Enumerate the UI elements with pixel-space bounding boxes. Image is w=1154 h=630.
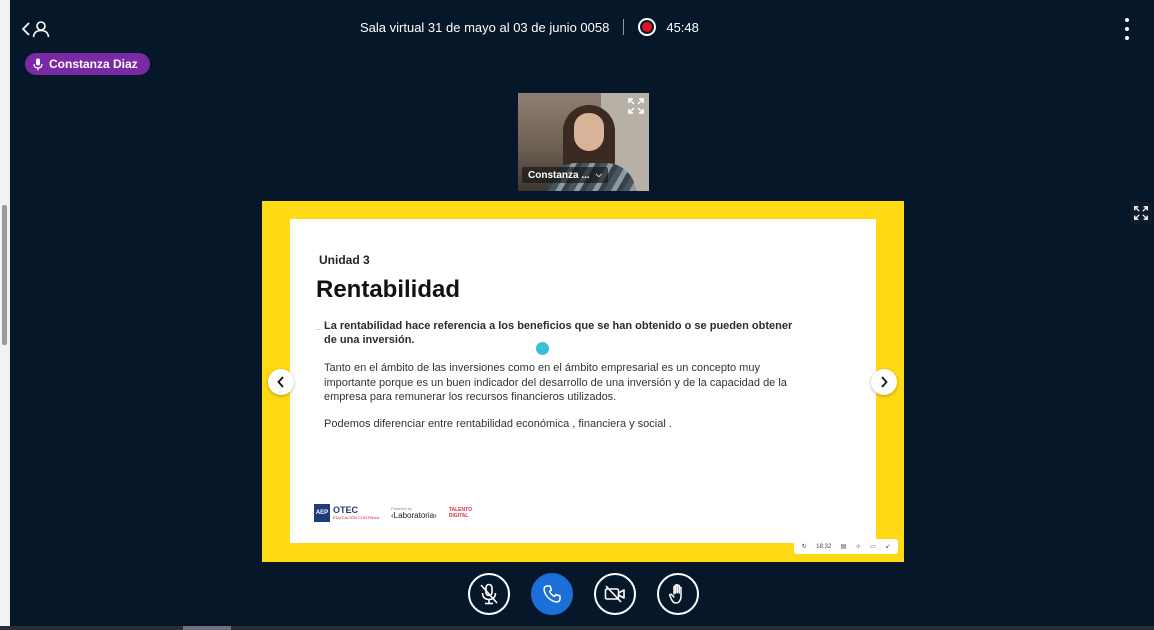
share-webcam-button[interactable]	[594, 573, 636, 615]
chevron-right-icon	[881, 376, 888, 388]
otec-logo: AEP OTEC EDUCACIÓN CONTINUA	[314, 504, 380, 522]
microphone-off-icon	[480, 583, 498, 605]
microphone-icon	[33, 58, 43, 70]
collapse-icon[interactable]: ↙	[885, 543, 890, 550]
meeting-controls	[468, 573, 720, 615]
previous-slide-button[interactable]	[268, 369, 294, 395]
header-divider	[623, 19, 625, 35]
talking-indicator[interactable]: Constanza Diaz	[25, 53, 150, 75]
refresh-icon[interactable]: ↻	[802, 543, 807, 550]
phone-icon	[543, 585, 561, 603]
slide-playback-toolbar: ↻ 18:32 ▤ ⊹ ▭ ↙	[794, 539, 898, 554]
webcam-user-dropdown[interactable]: Constanza ... ⌵	[522, 167, 608, 183]
recording-time: 45:48	[666, 19, 699, 35]
recording-icon[interactable]	[638, 18, 657, 36]
slide-paragraph-1: Tanto en el ámbito de las inversiones co…	[324, 362, 787, 403]
talker-name: Constanza Diaz	[49, 57, 138, 71]
chevron-left-icon	[277, 376, 284, 388]
laboratoria-logo: Powered by ‹Laboratoria›	[391, 506, 437, 520]
talento-digital-logo: TALENTO DIGITAL	[448, 507, 472, 519]
slide-toolbar-time: 18:32	[816, 543, 832, 550]
left-scrollbar[interactable]	[0, 0, 10, 630]
scrollbar-thumb[interactable]	[2, 205, 7, 345]
meeting-header: Sala virtual 31 de mayo al 03 de junio 0…	[360, 18, 790, 36]
camera-off-icon	[604, 585, 625, 603]
presentation-area: Unidad 3 Rentabilidad .. La rentabilidad…	[262, 201, 904, 562]
slide-logos: AEP OTEC EDUCACIÓN CONTINUA Powered by ‹L…	[314, 504, 477, 522]
presentation-fullscreen-button[interactable]	[1130, 202, 1152, 224]
more-options-icon[interactable]	[1120, 18, 1134, 40]
user-icon	[32, 21, 50, 38]
webcam-video[interactable]: Constanza ... ⌵	[518, 93, 649, 191]
slide-unit: Unidad 3	[319, 253, 370, 267]
fullscreen-icon[interactable]	[627, 97, 645, 115]
chevron-left-icon	[22, 22, 30, 36]
meeting-title: Sala virtual 31 de mayo al 03 de junio 0…	[360, 19, 610, 35]
slide-title: Rentabilidad	[316, 276, 461, 303]
next-slide-button[interactable]	[871, 369, 897, 395]
raise-hand-button[interactable]	[657, 573, 699, 615]
leave-audio-button[interactable]	[531, 573, 573, 615]
slide-definition: La rentabilidad hace referencia a los be…	[324, 320, 793, 346]
presenter-pointer	[536, 342, 549, 355]
chevron-down-icon: ⌵	[595, 170, 602, 179]
mute-microphone-button[interactable]	[468, 573, 510, 615]
slide-bullet-mark: ..	[316, 322, 322, 332]
wireless-icon[interactable]: ⊹	[856, 543, 861, 550]
back-user-list-button[interactable]	[22, 16, 52, 42]
hand-icon	[668, 584, 682, 604]
cast-icon[interactable]: ▭	[870, 543, 876, 550]
slide-content: Unidad 3 Rentabilidad .. La rentabilidad…	[290, 219, 876, 543]
slide-paragraph-2: Podemos diferenciar entre rentabilidad e…	[324, 418, 672, 430]
captions-icon[interactable]: ▤	[841, 543, 847, 550]
webcam-user-name: Constanza ...	[528, 169, 590, 181]
fullscreen-icon	[1134, 206, 1148, 220]
bottom-scrollbar[interactable]	[0, 626, 1154, 630]
